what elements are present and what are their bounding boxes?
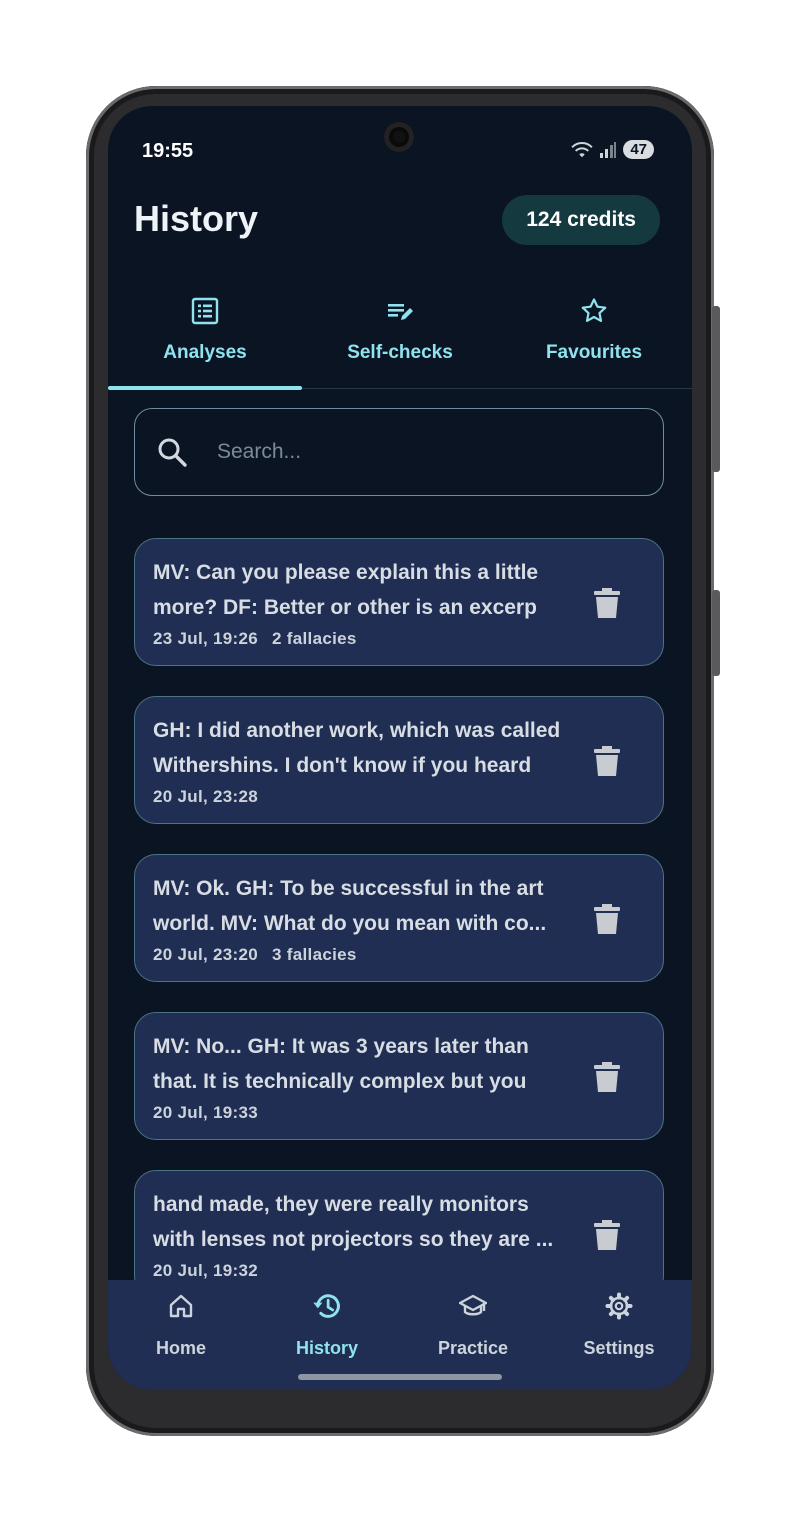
delete-icon[interactable] [593, 903, 621, 935]
list-item[interactable]: MV: Ok. GH: To be successful in the art w… [134, 854, 664, 982]
delete-icon[interactable] [593, 1061, 621, 1093]
entry-fallacies: 3 fallacies [272, 945, 357, 964]
delete-icon[interactable] [593, 1219, 621, 1251]
entry-text: MV: No... GH: It was 3 years later than t… [153, 1035, 529, 1093]
status-time: 19:55 [142, 140, 194, 162]
entry-meta: 20 Jul, 23:20 3 fallacies [153, 945, 357, 965]
tab-label: Favourites [545, 342, 643, 363]
status-icons: 47 [571, 140, 654, 159]
page-title: History [134, 198, 259, 239]
tab-favourites[interactable]: Favourites [497, 290, 691, 388]
list-item[interactable]: MV: No... GH: It was 3 years later than t… [134, 1012, 664, 1140]
history-tabs: Analyses Self-checks Favourites [108, 290, 692, 390]
front-camera [384, 122, 414, 152]
tab-self-checks[interactable]: Self-checks [303, 290, 497, 388]
nav-history[interactable]: History [254, 1280, 400, 1376]
entry-meta: 20 Jul, 19:32 [153, 1261, 272, 1281]
entry-date: 20 Jul, 23:28 [153, 787, 259, 806]
list-item[interactable]: MV: Can you please explain this a little… [134, 538, 664, 666]
active-tab-indicator [108, 386, 302, 390]
delete-icon[interactable] [593, 587, 621, 619]
nav-practice[interactable]: Practice [400, 1280, 546, 1376]
app-screen: 19:55 47 History 124 credits Analyses Se… [108, 106, 692, 1390]
school-icon [459, 1294, 487, 1316]
volume-button [712, 590, 720, 676]
entry-text: hand made, they were really monitors with… [153, 1193, 554, 1251]
home-icon [169, 1294, 193, 1318]
delete-icon[interactable] [593, 745, 621, 777]
history-list: MV: Can you please explain this a little… [134, 538, 666, 1328]
entry-text: GH: I did another work, which was called… [153, 719, 561, 777]
nav-settings[interactable]: Settings [546, 1280, 692, 1376]
search-input[interactable] [215, 439, 619, 465]
list-item[interactable]: GH: I did another work, which was called… [134, 696, 664, 824]
edit-note-icon [388, 304, 413, 320]
tab-analyses[interactable]: Analyses [108, 290, 302, 390]
entry-meta: 23 Jul, 19:26 2 fallacies [153, 629, 357, 649]
entry-date: 20 Jul, 19:32 [153, 1261, 259, 1280]
wifi-icon [571, 141, 593, 157]
signal-icon [600, 141, 617, 158]
nav-label: History [295, 1338, 358, 1358]
list-alt-icon [191, 297, 219, 325]
search-icon [158, 438, 187, 467]
nav-home[interactable]: Home [108, 1280, 254, 1376]
entry-fallacies: 2 fallacies [272, 629, 357, 648]
battery-indicator: 47 [623, 140, 654, 159]
entry-meta: 20 Jul, 19:33 [153, 1103, 272, 1123]
entry-date: 20 Jul, 23:20 [153, 945, 259, 964]
search-bar [134, 408, 664, 496]
tab-label: Self-checks [347, 342, 453, 363]
entry-date: 23 Jul, 19:26 [153, 629, 259, 648]
power-button [712, 306, 720, 472]
nav-label: Settings [583, 1338, 655, 1358]
gesture-bar [298, 1374, 502, 1380]
history-icon [313, 1294, 340, 1318]
nav-label: Home [155, 1338, 206, 1358]
gear-icon [605, 1292, 633, 1320]
tab-label: Analyses [163, 342, 247, 363]
entry-text: MV: Ok. GH: To be successful in the art w… [153, 877, 547, 935]
entry-text: MV: Can you please explain this a little… [153, 561, 539, 619]
star-outline-icon [581, 298, 607, 322]
list-item[interactable]: hand made, they were really monitors with… [134, 1170, 664, 1298]
credits-badge[interactable]: 124 credits [502, 195, 660, 245]
entry-meta: 20 Jul, 23:28 [153, 787, 272, 807]
entry-date: 20 Jul, 19:33 [153, 1103, 259, 1122]
nav-label: Practice [437, 1338, 509, 1358]
